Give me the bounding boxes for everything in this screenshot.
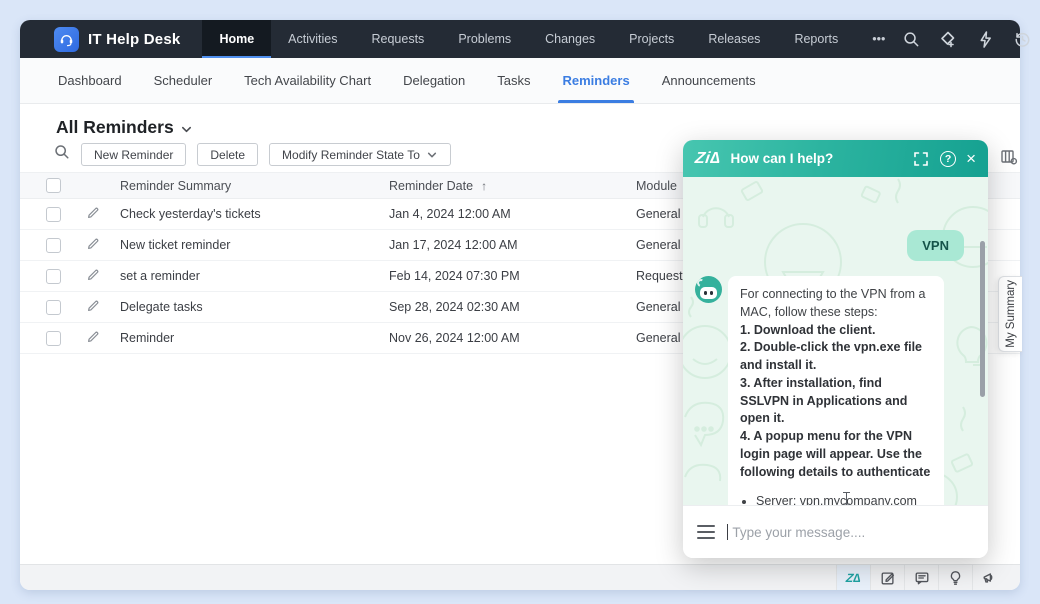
history-icon[interactable] (1013, 30, 1031, 48)
reminder-date: Jan 4, 2024 12:00 AM (389, 207, 511, 221)
bot-message-step: 4. A popup menu for the VPN login page w… (740, 429, 931, 479)
column-settings-icon[interactable] (1000, 148, 1018, 166)
zia-mini-logo: Z∆ (845, 570, 862, 585)
help-icon[interactable]: ? (940, 150, 957, 167)
modify-reminder-state-label: Modify Reminder State To (282, 147, 420, 162)
tab-more[interactable]: ••• (855, 20, 902, 58)
reminder-summary[interactable]: Check yesterday's tickets (120, 207, 389, 221)
close-icon[interactable]: × (966, 150, 976, 167)
chat-message-input[interactable] (732, 524, 974, 540)
chat-header[interactable]: Zi∆ How can I help? ? × (683, 140, 988, 177)
subtab-tasks[interactable]: Tasks (481, 58, 546, 103)
top-nav-tabs: Home Activities Requests Problems Change… (202, 20, 902, 58)
reminder-summary[interactable]: New ticket reminder (120, 238, 389, 252)
title-chevron-down-icon[interactable] (181, 122, 192, 133)
bot-message-step: 2. Double-click the vpn.exe file and ins… (740, 340, 923, 372)
subtab-tech-availability-chart[interactable]: Tech Availability Chart (228, 58, 387, 103)
subtab-scheduler[interactable]: Scheduler (138, 58, 229, 103)
lightbulb-icon[interactable] (938, 565, 972, 590)
reminder-date: Feb 14, 2024 07:30 PM (389, 269, 520, 283)
tab-problems[interactable]: Problems (441, 20, 528, 58)
expand-icon[interactable] (912, 150, 930, 168)
delete-button[interactable]: Delete (197, 143, 259, 166)
reminder-summary[interactable]: Delegate tasks (120, 300, 389, 314)
table-search-icon[interactable] (54, 144, 70, 165)
chat-scrollbar[interactable] (980, 241, 985, 397)
input-caret (727, 524, 729, 540)
edit-pencil-icon[interactable] (86, 268, 120, 285)
bot-message-bubble: For connecting to the VPN from a MAC, fo… (728, 276, 944, 505)
bot-message-step: 1. Download the client. (740, 322, 876, 337)
zia-chat-widget: Zi∆ How can I help? ? × VPN For connecti… (683, 140, 988, 558)
edit-pencil-icon[interactable] (86, 206, 120, 223)
row-checkbox[interactable] (46, 268, 61, 284)
top-nav-icons: 99+ 20 ⚙ (902, 20, 1040, 58)
chat-body: VPN For connecting to the VPN from a MAC… (683, 177, 988, 505)
my-summary-label: My Summary (1004, 280, 1017, 348)
dropdown-chevron-down-icon (427, 149, 438, 160)
header-reminder-date-label: Reminder Date (389, 178, 474, 193)
edit-pencil-icon[interactable] (86, 299, 120, 316)
sort-ascending-icon[interactable]: ↑ (481, 179, 487, 193)
my-summary-tab[interactable]: My Summary (998, 276, 1022, 352)
edit-pencil-icon[interactable] (86, 330, 120, 347)
brand: IT Help Desk (54, 20, 180, 58)
bot-message-bullet: Server: vpn.mycompany.com port 10237 (756, 493, 932, 505)
tab-home[interactable]: Home (202, 20, 272, 58)
zia-logo: Zi∆ (693, 149, 722, 167)
megaphone-icon[interactable] (972, 565, 1006, 590)
bot-message-step: 3. After installation, find SSLVPN in Ap… (740, 375, 908, 426)
reminder-summary[interactable]: set a reminder (120, 269, 389, 283)
new-reminder-button[interactable]: New Reminder (81, 143, 187, 166)
tab-changes[interactable]: Changes (528, 20, 612, 58)
top-navbar: IT Help Desk Home Activities Requests Pr… (20, 20, 1030, 58)
modify-reminder-state-dropdown[interactable]: Modify Reminder State To (269, 143, 451, 166)
flash-icon[interactable] (976, 30, 994, 48)
subtab-dashboard[interactable]: Dashboard (42, 58, 138, 103)
row-checkbox[interactable] (46, 206, 61, 222)
reminder-summary[interactable]: Reminder (120, 331, 389, 345)
reminder-date: Nov 26, 2024 12:00 AM (389, 331, 520, 345)
row-checkbox[interactable] (46, 330, 61, 346)
bot-message-intro: For connecting to the VPN from a MAC, fo… (740, 287, 926, 319)
bot-avatar (695, 276, 722, 303)
search-icon[interactable] (902, 30, 920, 48)
row-checkbox[interactable] (46, 237, 61, 253)
tab-releases[interactable]: Releases (691, 20, 777, 58)
sub-navbar: Dashboard Scheduler Tech Availability Ch… (20, 58, 1020, 104)
tab-activities[interactable]: Activities (271, 20, 354, 58)
header-reminder-summary[interactable]: Reminder Summary (120, 179, 389, 193)
app-title: IT Help Desk (88, 30, 181, 48)
subtab-delegation[interactable]: Delegation (387, 58, 481, 103)
reminder-date: Sep 28, 2024 02:30 AM (389, 300, 520, 314)
row-checkbox[interactable] (46, 299, 61, 315)
header-reminder-date[interactable]: Reminder Date ↑ (389, 179, 636, 193)
chat-input-area (683, 505, 988, 558)
zia-assistant-icon[interactable]: Z∆ (836, 565, 870, 590)
chat-bubble-icon[interactable] (904, 565, 938, 590)
ticket-add-icon[interactable] (939, 30, 957, 48)
bot-message-bullets: Server: vpn.mycompany.com port 10237 Use… (756, 493, 932, 505)
user-message-bubble: VPN (907, 230, 964, 261)
page-title-row: All Reminders (56, 117, 192, 138)
compose-note-icon[interactable] (870, 565, 904, 590)
tab-reports[interactable]: Reports (777, 20, 855, 58)
toolbar: New Reminder Delete Modify Reminder Stat… (54, 143, 451, 166)
subtab-reminders[interactable]: Reminders (546, 58, 645, 103)
edit-pencil-icon[interactable] (86, 237, 120, 254)
select-all-checkbox[interactable] (46, 178, 61, 193)
bottom-status-bar: Z∆ (20, 564, 1020, 590)
tab-projects[interactable]: Projects (612, 20, 691, 58)
tab-requests[interactable]: Requests (355, 20, 442, 58)
chat-title: How can I help? (730, 151, 834, 166)
chat-menu-icon[interactable] (697, 525, 715, 539)
reminder-date: Jan 17, 2024 12:00 AM (389, 238, 518, 252)
subtab-announcements[interactable]: Announcements (646, 58, 772, 103)
page-title: All Reminders (56, 117, 174, 137)
helpdesk-logo-icon (54, 26, 79, 52)
